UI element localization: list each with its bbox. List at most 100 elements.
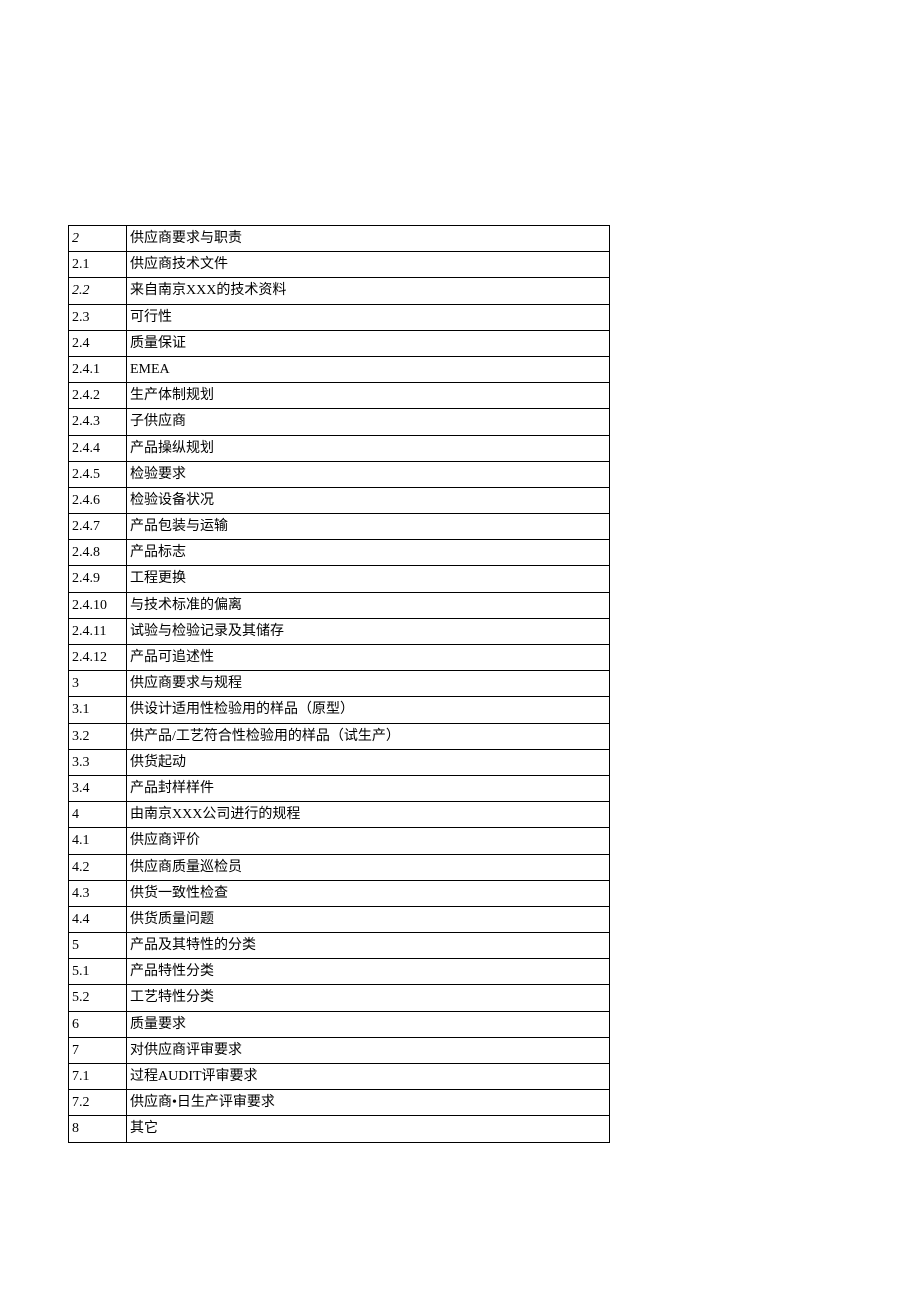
toc-section-number: 4.3: [69, 880, 127, 906]
toc-section-number: 7.2: [69, 1090, 127, 1116]
toc-section-title: 检验要求: [127, 461, 610, 487]
toc-section-title: 质量保证: [127, 330, 610, 356]
toc-section-title: 产品标志: [127, 540, 610, 566]
toc-row: 3.3供货起动: [69, 749, 610, 775]
toc-row: 2.2来自南京XXX的技术资料: [69, 278, 610, 304]
toc-section-number: 3.4: [69, 775, 127, 801]
toc-section-number: 2.3: [69, 304, 127, 330]
toc-section-number: 2.4.4: [69, 435, 127, 461]
toc-section-title: 供应商质量巡检员: [127, 854, 610, 880]
toc-section-title: 供货起动: [127, 749, 610, 775]
toc-section-title: 产品特性分类: [127, 959, 610, 985]
toc-section-number: 3: [69, 671, 127, 697]
toc-section-title: 供应商要求与职责: [127, 226, 610, 252]
toc-row: 7.1过程AUDIT评审要求: [69, 1064, 610, 1090]
toc-section-number: 5: [69, 933, 127, 959]
toc-section-title: 对供应商评审要求: [127, 1037, 610, 1063]
toc-section-number: 2.4: [69, 330, 127, 356]
toc-section-number: 4: [69, 802, 127, 828]
toc-row: 2.4.6检验设备状况: [69, 487, 610, 513]
toc-row: 5.2工艺特性分类: [69, 985, 610, 1011]
toc-section-title: 供应商评价: [127, 828, 610, 854]
toc-row: 2.4.3子供应商: [69, 409, 610, 435]
toc-row: 2.3可行性: [69, 304, 610, 330]
toc-section-title: 其它: [127, 1116, 610, 1142]
toc-row: 2.1供应商技术文件: [69, 252, 610, 278]
toc-section-title: 供货质量问题: [127, 906, 610, 932]
toc-section-title: 供设计适用性检验用的样品（原型）: [127, 697, 610, 723]
toc-section-title: 产品及其特性的分类: [127, 933, 610, 959]
toc-row: 2.4.11试验与检验记录及其储存: [69, 618, 610, 644]
toc-section-number: 2.1: [69, 252, 127, 278]
toc-row: 3供应商要求与规程: [69, 671, 610, 697]
toc-section-title: 可行性: [127, 304, 610, 330]
toc-row: 4.2供应商质量巡检员: [69, 854, 610, 880]
toc-row: 2.4.5检验要求: [69, 461, 610, 487]
toc-section-number: 4.2: [69, 854, 127, 880]
toc-section-number: 2.4.10: [69, 592, 127, 618]
toc-row: 4.4供货质量问题: [69, 906, 610, 932]
toc-row: 2.4.9工程更换: [69, 566, 610, 592]
toc-row: 2.4.7产品包装与运输: [69, 514, 610, 540]
toc-section-number: 2: [69, 226, 127, 252]
toc-section-number: 2.4.5: [69, 461, 127, 487]
toc-section-number: 6: [69, 1011, 127, 1037]
toc-section-title: 供应商技术文件: [127, 252, 610, 278]
toc-row: 6质量要求: [69, 1011, 610, 1037]
toc-row: 5产品及其特性的分类: [69, 933, 610, 959]
toc-section-title: 生产体制规划: [127, 383, 610, 409]
toc-section-number: 2.4.3: [69, 409, 127, 435]
toc-section-title: 供应商要求与规程: [127, 671, 610, 697]
toc-section-title: 由南京XXX公司进行的规程: [127, 802, 610, 828]
toc-section-number: 2.4.11: [69, 618, 127, 644]
toc-section-number: 3.1: [69, 697, 127, 723]
toc-section-title: 工程更换: [127, 566, 610, 592]
toc-section-title: 质量要求: [127, 1011, 610, 1037]
toc-section-number: 4.1: [69, 828, 127, 854]
toc-section-title: 来自南京XXX的技术资料: [127, 278, 610, 304]
toc-section-title: 产品包装与运输: [127, 514, 610, 540]
toc-section-number: 2.4.7: [69, 514, 127, 540]
toc-section-number: 2.2: [69, 278, 127, 304]
toc-section-number: 8: [69, 1116, 127, 1142]
toc-row: 2.4.8产品标志: [69, 540, 610, 566]
toc-row: 2.4.12产品可追述性: [69, 645, 610, 671]
toc-section-title: 供货一致性检查: [127, 880, 610, 906]
toc-section-number: 4.4: [69, 906, 127, 932]
toc-row: 2.4质量保证: [69, 330, 610, 356]
toc-section-number: 3.3: [69, 749, 127, 775]
toc-section-number: 2.4.8: [69, 540, 127, 566]
toc-section-title: 供应商•日生产评审要求: [127, 1090, 610, 1116]
toc-row: 7.2供应商•日生产评审要求: [69, 1090, 610, 1116]
toc-section-number: 2.4.9: [69, 566, 127, 592]
toc-section-number: 2.4.2: [69, 383, 127, 409]
toc-section-number: 7: [69, 1037, 127, 1063]
toc-section-title: 工艺特性分类: [127, 985, 610, 1011]
toc-section-number: 2.4.6: [69, 487, 127, 513]
toc-row: 2.4.1EMEA: [69, 356, 610, 382]
toc-section-title: 试验与检验记录及其储存: [127, 618, 610, 644]
toc-row: 5.1产品特性分类: [69, 959, 610, 985]
toc-section-title: EMEA: [127, 356, 610, 382]
toc-section-title: 产品可追述性: [127, 645, 610, 671]
toc-row: 2.4.2生产体制规划: [69, 383, 610, 409]
document-page: 2供应商要求与职责2.1供应商技术文件2.2来自南京XXX的技术资料2.3可行性…: [0, 0, 920, 1143]
toc-row: 7对供应商评审要求: [69, 1037, 610, 1063]
toc-row: 2.4.4产品操纵规划: [69, 435, 610, 461]
toc-row: 8其它: [69, 1116, 610, 1142]
toc-section-title: 与技术标准的偏离: [127, 592, 610, 618]
toc-section-number: 2.4.1: [69, 356, 127, 382]
toc-row: 2供应商要求与职责: [69, 226, 610, 252]
toc-row: 3.1供设计适用性检验用的样品（原型）: [69, 697, 610, 723]
toc-row: 3.4产品封样样件: [69, 775, 610, 801]
toc-row: 4.3供货一致性检查: [69, 880, 610, 906]
toc-section-number: 2.4.12: [69, 645, 127, 671]
toc-row: 4.1供应商评价: [69, 828, 610, 854]
toc-section-title: 产品操纵规划: [127, 435, 610, 461]
toc-section-title: 产品封样样件: [127, 775, 610, 801]
toc-section-title: 子供应商: [127, 409, 610, 435]
toc-table: 2供应商要求与职责2.1供应商技术文件2.2来自南京XXX的技术资料2.3可行性…: [68, 225, 610, 1143]
toc-row: 3.2供产品/工艺符合性检验用的样品（试生产）: [69, 723, 610, 749]
toc-section-title: 过程AUDIT评审要求: [127, 1064, 610, 1090]
toc-row: 2.4.10与技术标准的偏离: [69, 592, 610, 618]
